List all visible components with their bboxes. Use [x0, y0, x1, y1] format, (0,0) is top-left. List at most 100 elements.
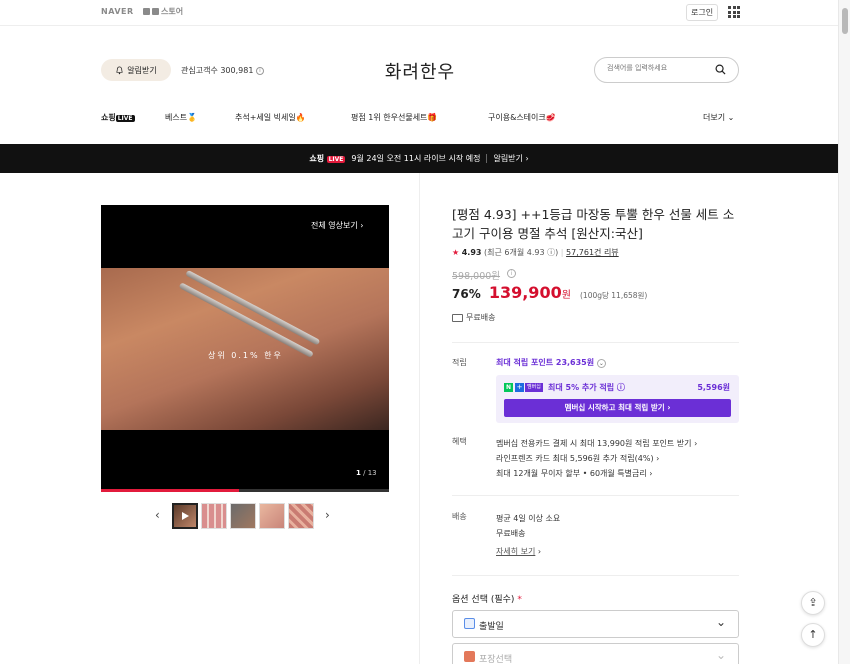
points-label: 적립 — [452, 358, 467, 367]
play-icon — [182, 512, 189, 520]
select-label: 포장선택 — [479, 655, 513, 664]
points-dropdown[interactable]: 최대 적립 포인트 23,635원 ⌄ — [496, 357, 606, 368]
video-progress-bar[interactable] — [101, 489, 389, 492]
share-button[interactable]: ⇪ — [801, 591, 825, 615]
departure-date-select[interactable]: 출발일 ⌄ — [452, 610, 739, 638]
info-icon[interactable]: i — [507, 269, 516, 278]
option-title: 옵션 선택 (필수) * — [452, 595, 522, 605]
apps-grid-icon[interactable] — [728, 6, 740, 18]
nav-more-button[interactable]: 더보기 ⌄ — [703, 112, 734, 123]
price-row: 76% 139,900원 (100g당 11,658원) — [452, 283, 647, 302]
search-box[interactable] — [594, 57, 739, 83]
shipping-info: 무료배송 — [452, 312, 495, 323]
store-icon — [143, 8, 150, 15]
video-frame-steak — [101, 268, 389, 430]
delivery-fee: 무료배송 — [496, 529, 526, 538]
nav-item-shopping-live[interactable]: 쇼핑 LIVE — [101, 112, 135, 123]
store-icon — [152, 8, 159, 15]
nav-item-top-gift-set[interactable]: 평점 1위 한우선물세트🎁 — [351, 112, 437, 123]
star-icon: ★ — [452, 248, 460, 257]
thumbnail-image[interactable] — [230, 503, 256, 529]
chevron-left-icon[interactable]: ‹ — [155, 508, 160, 522]
live-banner[interactable]: 쇼핑 LIVE 9월 24일 오전 11시 라이브 시작 예정 알림받기 › — [0, 144, 838, 173]
page-scrollbar[interactable] — [838, 0, 850, 664]
category-nav: 쇼핑 LIVE 베스트🥇 추석+세일 빅세일🔥 평점 1위 한우선물세트🎁 구이용… — [0, 112, 838, 128]
plus-icon: + — [515, 383, 524, 392]
chevron-down-icon: ⌄ — [715, 615, 726, 629]
rating-recent: (최근 6개월 4.93 ⓘ) — [484, 248, 559, 257]
top-bar: NAVER 스토어 로그인 — [0, 0, 838, 26]
column-divider — [419, 173, 420, 664]
section-divider — [452, 575, 739, 576]
scroll-top-button[interactable]: ↑ — [801, 623, 825, 647]
chevron-down-icon: ⌄ — [715, 648, 726, 662]
alarm-label: 알림받기 — [127, 65, 157, 75]
naver-logo[interactable]: NAVER — [101, 7, 134, 16]
thumbnail-image[interactable] — [259, 503, 285, 529]
login-button[interactable]: 로그인 — [686, 4, 719, 21]
thumbnail-image[interactable] — [201, 503, 227, 529]
nav-item-chuseok-sale[interactable]: 추석+세일 빅세일🔥 — [235, 112, 306, 123]
full-video-link[interactable]: 전체 영상보기 › — [311, 220, 363, 231]
nav-item-best[interactable]: 베스트🥇 — [165, 112, 197, 123]
thumbnail-video[interactable] — [172, 503, 198, 529]
delivery-time: 평균 4일 이상 소요 — [496, 514, 561, 523]
membership-cta-button[interactable]: 멤버십 시작하고 최대 적립 받기 › — [504, 399, 731, 417]
tongs-image — [146, 261, 321, 415]
rating-score: 4.93 — [461, 248, 482, 257]
delivery-label: 배송 — [452, 512, 467, 521]
live-badge: LIVE — [115, 115, 135, 122]
sale-price: 139,900 — [488, 283, 562, 302]
original-price: 598,000원 — [452, 271, 501, 282]
review-count-link[interactable]: 57,761건 리뷰 — [566, 248, 619, 257]
membership-tag: 멤버십 — [525, 383, 543, 392]
search-icon[interactable] — [715, 64, 726, 75]
product-title: [평점 4.93] ++1등급 마장동 투뿔 한우 선물 세트 소고기 구이용 … — [452, 207, 735, 241]
banner-text: 9월 24일 오전 11시 라이브 시작 예정 — [351, 154, 481, 163]
calendar-icon — [464, 618, 475, 629]
chevron-right-icon: › — [525, 154, 529, 163]
interest-label: 관심고객수 300,981 — [181, 66, 254, 75]
gift-icon — [464, 651, 475, 662]
shipping-label: 무료배송 — [466, 313, 496, 322]
membership-box: N + 멤버십 최대 5% 추가 적립 ⓘ 5,596원 멤버십 시작하고 최대… — [496, 375, 739, 423]
store-label: 스토어 — [161, 7, 184, 16]
price-currency: 원 — [561, 290, 571, 301]
info-icon: ⓘ — [616, 383, 625, 392]
video-counter: 1 / 13 — [356, 469, 377, 477]
delivery-info: 평균 4일 이상 소요 무료배송 자세히 보기 › — [496, 511, 560, 559]
chevron-right-icon[interactable]: › — [325, 508, 330, 522]
video-caption: 상위 0.1% 한우 — [208, 351, 283, 360]
extra-points: 최대 5% 추가 적립 ⓘ — [548, 383, 625, 392]
section-divider — [452, 342, 739, 343]
info-icon[interactable]: i — [255, 66, 264, 75]
banner-alarm-button[interactable]: 알림받기 › — [493, 153, 528, 164]
benefit-item[interactable]: 최대 12개월 무이자 할부 • 60개월 특별금리 › — [496, 466, 697, 481]
benefit-item[interactable]: 멤버십 전용카드 결제 시 최대 13,990원 적립 포인트 받기 › — [496, 436, 697, 451]
extra-points-amount: 5,596원 — [697, 383, 730, 392]
benefit-item[interactable]: 라인프렌즈 카드 최대 5,596원 추가 적립(4%) › — [496, 451, 697, 466]
banner-shop-label: 쇼핑 LIVE — [309, 154, 346, 163]
scrollbar-thumb[interactable] — [842, 8, 848, 34]
share-icon: ⇪ — [808, 596, 818, 609]
section-divider — [452, 495, 739, 496]
chevron-right-icon: › — [360, 221, 364, 230]
discount-rate: 76% — [452, 287, 481, 301]
packaging-select[interactable]: 포장선택 ⌄ — [452, 643, 739, 664]
delivery-more-link[interactable]: 자세히 보기 › — [496, 544, 560, 559]
benefits-label: 혜택 — [452, 437, 467, 446]
search-input[interactable] — [607, 64, 707, 72]
product-video[interactable]: 전체 영상보기 › 상위 0.1% 한우 1 / 13 — [101, 205, 389, 492]
select-label: 출발일 — [479, 622, 504, 632]
rating-row: ★ 4.93 (최근 6개월 4.93 ⓘ) | 57,761건 리뷰 — [452, 248, 619, 257]
unit-price: (100g당 11,658원) — [580, 291, 648, 300]
nav-item-grill-steak[interactable]: 구이용&스테이크🥩 — [488, 112, 556, 123]
bell-plus-icon — [116, 66, 123, 74]
benefits-list: 멤버십 전용카드 결제 시 최대 13,990원 적립 포인트 받기 › 라인프… — [496, 436, 697, 481]
store-brand-logo[interactable]: 화려한우 — [360, 58, 480, 84]
naver-store-logo[interactable]: 스토어 — [143, 6, 183, 17]
info-icon: ⓘ — [547, 248, 556, 257]
alarm-subscribe-button[interactable]: 알림받기 — [101, 59, 171, 81]
live-badge: LIVE — [326, 156, 346, 163]
thumbnail-image[interactable] — [288, 503, 314, 529]
